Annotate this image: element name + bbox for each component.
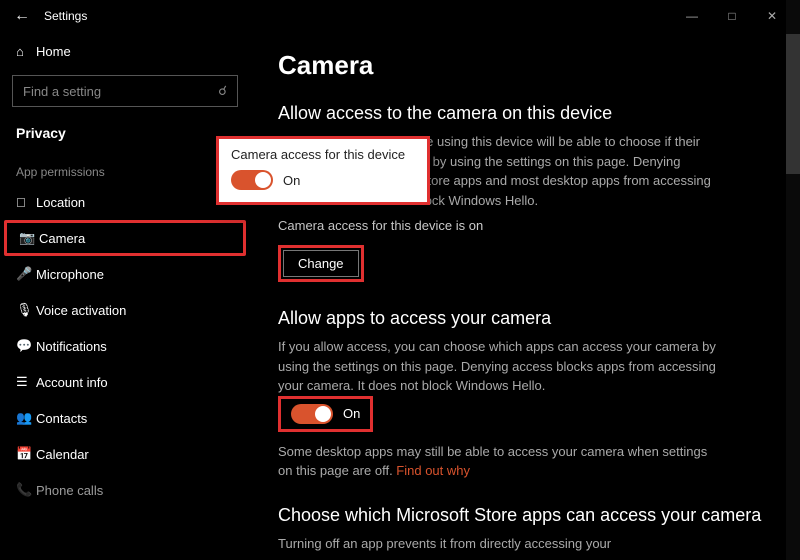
voice-icon: 🎙 bbox=[16, 302, 36, 318]
change-button[interactable]: Change bbox=[283, 250, 359, 277]
calendar-icon: 📅 bbox=[16, 446, 36, 462]
account-icon: ☰ bbox=[16, 374, 36, 390]
sidebar-item-label: Phone calls bbox=[36, 483, 103, 498]
sidebar-item-microphone[interactable]: 🎤 Microphone bbox=[0, 256, 250, 292]
change-button-highlight: Change bbox=[278, 245, 364, 282]
sidebar-item-label: Location bbox=[36, 195, 85, 210]
notifications-icon: 💬 bbox=[16, 338, 36, 354]
sidebar-item-phone-calls[interactable]: 📞 Phone calls bbox=[0, 472, 250, 508]
sidebar-item-label: Voice activation bbox=[36, 303, 126, 318]
popup-title: Camera access for this device bbox=[231, 147, 415, 162]
category-label: Privacy bbox=[0, 115, 250, 151]
camera-access-popup: Camera access for this device On bbox=[216, 136, 430, 205]
group-label: App permissions bbox=[0, 151, 250, 185]
home-icon: ⌂ bbox=[16, 44, 36, 59]
section1-status: Camera access for this device is on bbox=[278, 218, 772, 233]
minimize-button[interactable]: — bbox=[672, 9, 712, 23]
content-pane: Camera Allow access to the camera on thi… bbox=[250, 32, 800, 560]
sidebar-item-label: Notifications bbox=[36, 339, 107, 354]
sidebar-item-voice-activation[interactable]: 🎙 Voice activation bbox=[0, 292, 250, 328]
page-title: Camera bbox=[278, 50, 772, 81]
sidebar-item-label: Camera bbox=[39, 231, 85, 246]
home-nav[interactable]: ⌂ Home bbox=[0, 36, 250, 67]
sidebar-item-label: Calendar bbox=[36, 447, 89, 462]
apps-toggle-highlight: On bbox=[278, 396, 373, 432]
search-icon: ☌ bbox=[218, 83, 227, 99]
sidebar-item-label: Account info bbox=[36, 375, 108, 390]
device-toggle-label: On bbox=[283, 173, 300, 188]
microphone-icon: 🎤 bbox=[16, 266, 36, 282]
device-access-toggle[interactable]: On bbox=[231, 170, 415, 190]
sidebar-item-label: Contacts bbox=[36, 411, 87, 426]
apps-access-toggle[interactable]: On bbox=[291, 404, 360, 424]
section2-title: Allow apps to access your camera bbox=[278, 308, 772, 329]
sidebar-item-account-info[interactable]: ☰ Account info bbox=[0, 364, 250, 400]
sidebar-item-notifications[interactable]: 💬 Notifications bbox=[0, 328, 250, 364]
search-placeholder: Find a setting bbox=[23, 84, 101, 99]
section2-desc: If you allow access, you can choose whic… bbox=[278, 337, 718, 396]
back-button[interactable]: ← bbox=[8, 7, 36, 25]
maximize-button[interactable]: □ bbox=[712, 9, 752, 23]
section2-note: Some desktop apps may still be able to a… bbox=[278, 442, 718, 481]
sidebar: ⌂ Home Find a setting ☌ Privacy App perm… bbox=[0, 32, 250, 560]
scrollbar-thumb[interactable] bbox=[786, 34, 800, 174]
section3-title: Choose which Microsoft Store apps can ac… bbox=[278, 505, 772, 526]
location-icon:  bbox=[16, 195, 36, 210]
sidebar-item-label: Microphone bbox=[36, 267, 104, 282]
camera-icon: 📷 bbox=[19, 230, 39, 246]
find-out-why-link[interactable]: Find out why bbox=[396, 463, 470, 478]
apps-toggle-label: On bbox=[343, 406, 360, 421]
home-label: Home bbox=[36, 44, 71, 59]
vertical-scrollbar[interactable] bbox=[786, 0, 800, 560]
window-title: Settings bbox=[44, 9, 87, 23]
phone-icon: 📞 bbox=[16, 482, 36, 498]
search-input[interactable]: Find a setting ☌ bbox=[12, 75, 238, 107]
sidebar-item-contacts[interactable]: 👥 Contacts bbox=[0, 400, 250, 436]
sidebar-item-location[interactable]:  Location bbox=[0, 185, 250, 220]
contacts-icon: 👥 bbox=[16, 410, 36, 426]
section3-desc: Turning off an app prevents it from dire… bbox=[278, 534, 718, 554]
sidebar-item-calendar[interactable]: 📅 Calendar bbox=[0, 436, 250, 472]
sidebar-item-camera[interactable]: 📷 Camera bbox=[4, 220, 246, 256]
section1-title: Allow access to the camera on this devic… bbox=[278, 103, 772, 124]
